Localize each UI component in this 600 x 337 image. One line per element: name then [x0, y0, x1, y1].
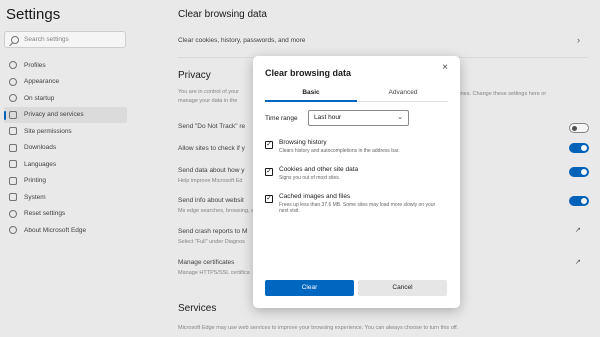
cancel-button[interactable]: Cancel [358, 280, 447, 296]
option-desc: Frees up less than 37.6 MB. Some sites m… [279, 202, 436, 214]
clear-browsing-dialog: Clear browsing data × Basic Advanced Tim… [253, 56, 460, 308]
dialog-title: Clear browsing data [265, 68, 352, 78]
tab-basic[interactable]: Basic [265, 86, 357, 102]
clear-button[interactable]: Clear [265, 280, 354, 296]
close-icon[interactable]: × [439, 62, 451, 74]
dialog-tabs: Basic Advanced [265, 86, 448, 102]
checkbox-checked-icon[interactable]: ✓ [265, 141, 273, 149]
option-title: Browsing history [279, 139, 327, 146]
time-range-value: Last hour [314, 114, 342, 121]
option-title: Cookies and other site data [279, 166, 359, 173]
option-desc: Clears history and autocompletions in th… [279, 148, 400, 154]
option-title: Cached images and files [279, 193, 351, 200]
option-desc: Signs you out of most sites. [279, 175, 341, 181]
chevron-down-icon: ⌄ [397, 114, 403, 121]
time-range-select[interactable]: Last hour ⌄ [308, 110, 409, 126]
time-range-label: Time range [265, 115, 298, 122]
checkbox-checked-icon[interactable]: ✓ [265, 195, 273, 203]
tab-advanced[interactable]: Advanced [357, 86, 449, 102]
checkbox-checked-icon[interactable]: ✓ [265, 168, 273, 176]
